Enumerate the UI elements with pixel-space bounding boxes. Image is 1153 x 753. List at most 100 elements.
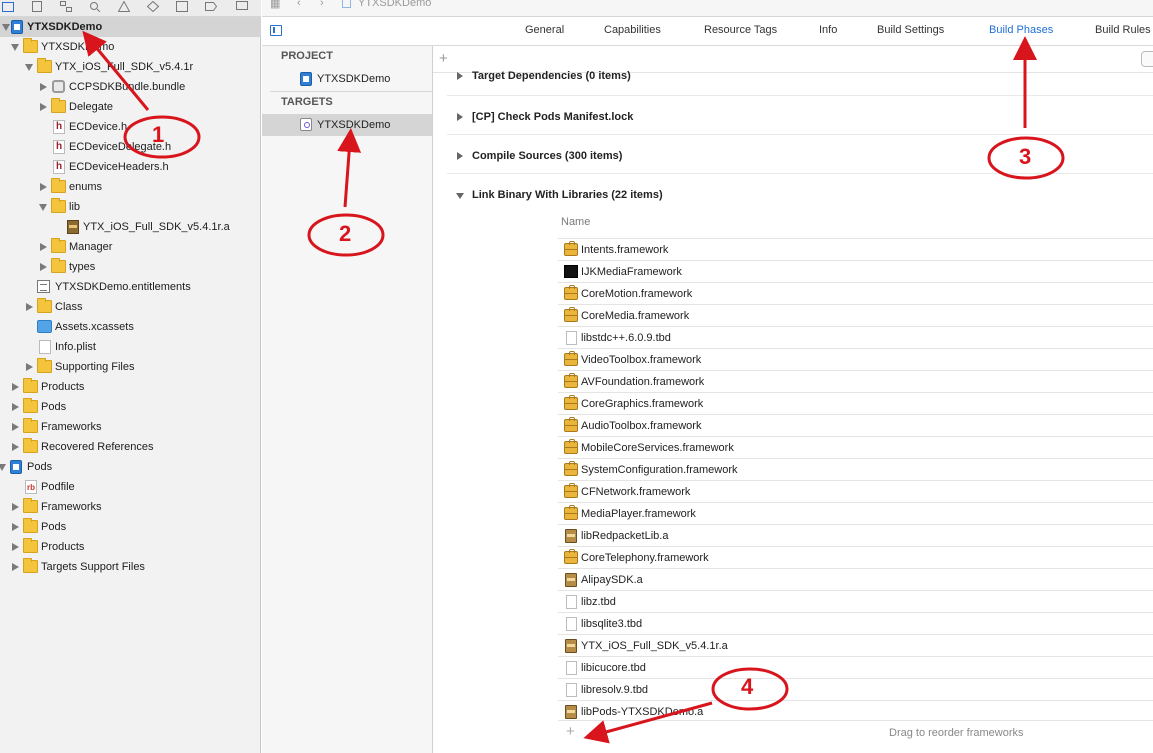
disclosure-icon[interactable]	[26, 303, 33, 311]
library-row[interactable]: VideoToolbox.framework	[558, 348, 1153, 370]
library-row[interactable]: libresolv.9.tbd	[558, 678, 1153, 700]
tree-row-group[interactable]: Pods	[0, 517, 261, 537]
disclosure-icon[interactable]	[12, 423, 19, 431]
tree-row-group[interactable]: types	[0, 257, 261, 277]
disclosure-icon[interactable]	[40, 103, 47, 111]
report-icon[interactable]	[236, 1, 248, 12]
tab-build-rules[interactable]: Build Rules	[1095, 24, 1151, 36]
tree-row-file[interactable]: CCPSDKBundle.bundle	[0, 77, 261, 97]
target-item[interactable]: YTXSDKDemo	[262, 114, 432, 136]
warning-icon[interactable]	[118, 1, 130, 12]
tab-info[interactable]: Info	[819, 24, 837, 36]
disclosure-icon[interactable]	[40, 243, 47, 251]
tree-row-group[interactable]: Delegate	[0, 97, 261, 117]
library-row[interactable]: libsqlite3.tbd	[558, 612, 1153, 634]
tree-row-project[interactable]: Pods	[0, 457, 261, 477]
disclosure-icon[interactable]	[40, 263, 47, 271]
library-row[interactable]: IJKMediaFramework	[558, 260, 1153, 282]
tree-row-group[interactable]: YTX_iOS_Full_SDK_v5.4.1r	[0, 57, 261, 77]
library-row[interactable]: libstdc++.6.0.9.tbd	[558, 326, 1153, 348]
tree-row-file[interactable]: Info.plist	[0, 337, 261, 357]
tree-row-file[interactable]: ECDevice.h	[0, 117, 261, 137]
tree-row-group[interactable]: lib	[0, 197, 261, 217]
disclosure-icon[interactable]	[26, 363, 33, 371]
disclosure-icon[interactable]	[12, 403, 19, 411]
breakpoint-icon[interactable]	[205, 1, 217, 12]
disclosure-icon[interactable]	[457, 113, 463, 121]
library-row[interactable]: AVFoundation.framework	[558, 370, 1153, 392]
tree-row-file[interactable]: YTX_iOS_Full_SDK_v5.4.1r.a	[0, 217, 261, 237]
filter-icon[interactable]	[1141, 51, 1153, 67]
tree-row-file[interactable]: Assets.xcassets	[0, 317, 261, 337]
tree-row-group[interactable]: Recovered References	[0, 437, 261, 457]
library-row[interactable]: libRedpacketLib.a	[558, 524, 1153, 546]
disclosure-icon[interactable]	[12, 523, 19, 531]
disclosure-icon[interactable]	[457, 72, 463, 80]
library-row[interactable]: SystemConfiguration.framework	[558, 458, 1153, 480]
disclosure-icon[interactable]	[12, 503, 19, 511]
disclosure-icon[interactable]	[0, 464, 6, 471]
library-row[interactable]: CoreMotion.framework	[558, 282, 1153, 304]
library-row[interactable]: MediaPlayer.framework	[558, 502, 1153, 524]
tree-row-group[interactable]: enums	[0, 177, 261, 197]
library-row[interactable]: CFNetwork.framework	[558, 480, 1153, 502]
library-row[interactable]: libicucore.tbd	[558, 656, 1153, 678]
tree-row-file[interactable]: ECDeviceDelegate.h	[0, 137, 261, 157]
add-library-button[interactable]: +	[566, 723, 575, 740]
disclosure-icon[interactable]	[456, 193, 464, 199]
library-row[interactable]: AudioToolbox.framework	[558, 414, 1153, 436]
tree-row-group[interactable]: Frameworks	[0, 417, 261, 437]
tree-row-group[interactable]: Class	[0, 297, 261, 317]
disclosure-icon[interactable]	[40, 183, 47, 191]
phase-target-dependencies[interactable]: Target Dependencies (0 items)	[433, 68, 1153, 86]
disclosure-icon[interactable]	[457, 152, 463, 160]
symbol-icon[interactable]	[60, 1, 72, 12]
disclosure-icon[interactable]	[12, 383, 19, 391]
tree-row-group[interactable]: Frameworks	[0, 497, 261, 517]
library-row[interactable]: CoreMedia.framework	[558, 304, 1153, 326]
tree-row-group[interactable]: Products	[0, 377, 261, 397]
library-row[interactable]: libz.tbd	[558, 590, 1153, 612]
disclosure-icon[interactable]	[11, 44, 19, 51]
phase-check-pods[interactable]: [CP] Check Pods Manifest.lock	[433, 107, 1153, 127]
library-row[interactable]: Intents.framework	[558, 238, 1153, 260]
disclosure-icon[interactable]	[12, 563, 19, 571]
name-column-header[interactable]: Name	[561, 216, 590, 228]
tree-row-file[interactable]: ECDeviceHeaders.h	[0, 157, 261, 177]
disclosure-icon[interactable]	[12, 543, 19, 551]
library-row[interactable]: YTX_iOS_Full_SDK_v5.4.1r.a	[558, 634, 1153, 656]
library-row[interactable]: CoreTelephony.framework	[558, 546, 1153, 568]
tree-row-file[interactable]: Podfile	[0, 477, 261, 498]
tree-row-group[interactable]: Products	[0, 537, 261, 557]
tab-resource-tags[interactable]: Resource Tags	[704, 24, 777, 36]
library-row[interactable]: AlipaySDK.a	[558, 568, 1153, 590]
library-row[interactable]: CoreGraphics.framework	[558, 392, 1153, 414]
disclosure-icon[interactable]	[25, 64, 33, 71]
project-item[interactable]: YTXSDKDemo	[262, 68, 432, 90]
disclosure-icon[interactable]	[12, 443, 19, 451]
library-row[interactable]: libPods-YTXSDKDemo.a	[558, 700, 1153, 722]
add-phase-button[interactable]: +	[439, 50, 448, 67]
search-icon[interactable]	[89, 1, 101, 12]
tree-row-group[interactable]: YTXSDKDemo	[0, 37, 261, 57]
grid-icon[interactable]: ▦	[270, 0, 280, 10]
tree-row-project[interactable]: YTXSDKDemo	[0, 17, 261, 37]
disclosure-icon[interactable]	[2, 24, 10, 31]
back-icon[interactable]: ‹	[297, 0, 301, 9]
tab-general[interactable]: General	[525, 24, 564, 36]
jump-bar-project[interactable]: YTXSDKDemo	[358, 0, 431, 9]
forward-icon[interactable]: ›	[320, 0, 324, 9]
phase-link-binary[interactable]: Link Binary With Libraries (22 items)	[433, 185, 1153, 205]
tab-build-settings[interactable]: Build Settings	[877, 24, 944, 36]
source-control-icon[interactable]	[31, 1, 43, 12]
tree-row-group[interactable]: Manager	[0, 237, 261, 257]
tab-capabilities[interactable]: Capabilities	[604, 24, 661, 36]
debug-icon[interactable]	[176, 1, 188, 12]
disclosure-icon[interactable]	[40, 83, 47, 91]
tree-row-file[interactable]: YTXSDKDemo.entitlements	[0, 277, 261, 297]
tree-row-group[interactable]: Pods	[0, 397, 261, 417]
library-row[interactable]: MobileCoreServices.framework	[558, 436, 1153, 458]
tree-row-group[interactable]: Supporting Files	[0, 357, 261, 377]
disclosure-icon[interactable]	[39, 204, 47, 211]
sidebar-toggle-icon[interactable]	[270, 25, 282, 36]
